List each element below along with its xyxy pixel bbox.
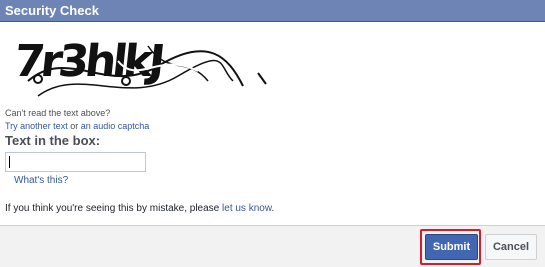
let-us-know-link[interactable]: let us know: [222, 203, 271, 214]
mistake-notice: If you think you're seeing this by mista…: [5, 203, 274, 214]
cant-read-hint: Can't read the text above?: [5, 108, 111, 118]
or-separator: or: [67, 121, 81, 131]
cancel-button[interactable]: Cancel: [485, 234, 537, 260]
captcha-alternatives: Try another text or an audio captcha: [5, 121, 149, 131]
mistake-notice-end: .: [271, 203, 275, 214]
try-another-text-link[interactable]: Try another text: [5, 121, 68, 131]
whats-this-link[interactable]: What's this?: [14, 175, 68, 186]
dialog-title: Security Check: [5, 3, 99, 18]
submit-button[interactable]: Submit: [425, 234, 478, 260]
text-cursor: [9, 156, 10, 168]
captcha-image: 7r3hlkJ: [12, 36, 267, 97]
dialog-title-bar: Security Check: [0, 0, 545, 22]
captcha-input-label: Text in the box:: [5, 133, 101, 148]
captcha-text-input[interactable]: [5, 152, 146, 172]
audio-captcha-link[interactable]: an audio captcha: [81, 121, 150, 131]
mistake-notice-text: If you think you're seeing this by mista…: [5, 203, 223, 214]
